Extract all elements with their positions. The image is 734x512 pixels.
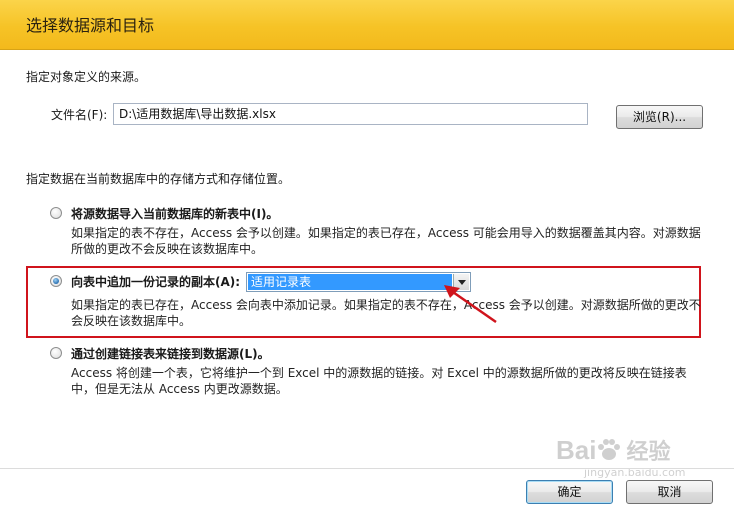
import-new-table-description-line1: 如果指定的表不存在，Access 会予以创建。如果指定的表已存在，Access … bbox=[71, 226, 701, 240]
dialog-title: 选择数据源和目标 bbox=[26, 16, 155, 35]
link-table-description: Access 将创建一个表，它将维护一个到 Excel 中的源数据的链接。对 E… bbox=[71, 365, 687, 397]
link-table-description-line1: Access 将创建一个表，它将维护一个到 Excel 中的源数据的链接。对 E… bbox=[71, 366, 687, 380]
watermark-brand: Bai bbox=[556, 434, 597, 465]
import-new-table-label[interactable]: 将源数据导入当前数据库的新表中(I)。 bbox=[71, 205, 278, 222]
storage-instruction: 指定数据在当前数据库中的存储方式和存储位置。 bbox=[26, 172, 291, 186]
append-copy-label[interactable]: 向表中追加一份记录的副本(A): bbox=[71, 273, 240, 290]
cancel-button[interactable]: 取消 bbox=[626, 480, 713, 504]
file-name-input[interactable]: D:\适用数据库\导出数据.xlsx bbox=[113, 103, 588, 125]
target-table-select[interactable]: 适用记录表 bbox=[246, 272, 471, 292]
baidu-watermark: Bai 经验 jingyan.baidu.com bbox=[556, 434, 686, 480]
append-copy-description-line2: 会反映在该数据库中。 bbox=[71, 314, 192, 328]
annotation-arrow-icon bbox=[444, 285, 497, 324]
footer-divider bbox=[0, 468, 734, 469]
file-name-label: 文件名(F): bbox=[51, 108, 108, 122]
link-table-radio[interactable] bbox=[50, 347, 62, 359]
append-copy-description: 如果指定的表已存在，Access 会向表中添加记录。如果指定的表不存在，Acce… bbox=[71, 297, 701, 329]
link-table-description-line2: 中，但是无法从 Access 内更改源数据。 bbox=[71, 382, 288, 396]
source-instruction: 指定对象定义的来源。 bbox=[26, 70, 147, 84]
append-copy-description-line1: 如果指定的表已存在，Access 会向表中添加记录。如果指定的表不存在，Acce… bbox=[71, 298, 701, 312]
import-new-table-description: 如果指定的表不存在，Access 会予以创建。如果指定的表已存在，Access … bbox=[71, 225, 701, 257]
import-new-table-description-line2: 所做的更改不会反映在该数据库中。 bbox=[71, 242, 264, 256]
target-table-value: 适用记录表 bbox=[248, 274, 452, 290]
watermark-suffix: 经验 bbox=[626, 440, 671, 465]
paw-icon bbox=[598, 439, 621, 460]
radio-selected-dot bbox=[53, 278, 59, 284]
ok-button[interactable]: 确定 bbox=[526, 480, 613, 504]
browse-button[interactable]: 浏览(R)... bbox=[616, 105, 703, 129]
append-copy-radio[interactable] bbox=[50, 275, 62, 287]
link-table-label[interactable]: 通过创建链接表来链接到数据源(L)。 bbox=[71, 345, 270, 362]
import-new-table-radio[interactable] bbox=[50, 207, 62, 219]
dialog-header: 选择数据源和目标 bbox=[0, 0, 734, 50]
